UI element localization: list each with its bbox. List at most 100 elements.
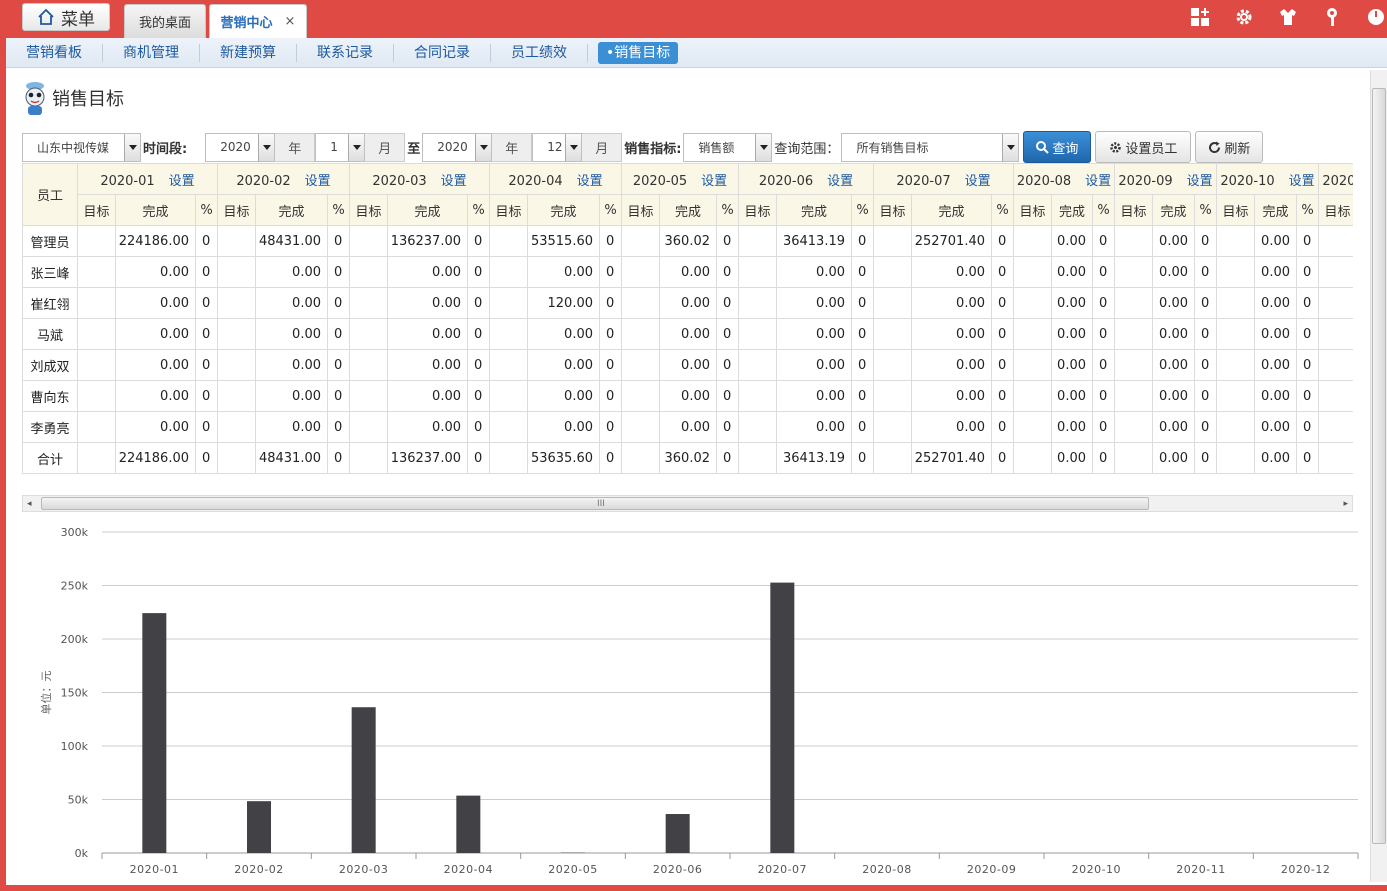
vertical-scrollbar[interactable] <box>1370 70 1387 882</box>
chevron-down-icon[interactable] <box>124 133 140 161</box>
horizontal-scrollbar[interactable]: ◂ III ▸ <box>22 495 1353 512</box>
done-cell: 0.00 <box>659 411 717 443</box>
grid-add-icon[interactable] <box>1189 6 1211 28</box>
tab-marketing-center[interactable]: 营销中心 × <box>209 4 307 38</box>
to-label: 至 <box>407 141 421 157</box>
month-label: 2020-11 <box>1322 173 1353 189</box>
gear-icon[interactable] <box>1233 6 1255 28</box>
done-cell: 252701.40 <box>911 442 992 474</box>
percent-cell: 0 <box>716 318 739 350</box>
subnav-contract-records[interactable]: 合同记录 <box>394 43 491 62</box>
company-select[interactable]: 山东中视传媒 <box>22 132 141 162</box>
percent-cell: 0 <box>1296 380 1319 412</box>
target-cell <box>489 256 528 288</box>
refresh-button[interactable]: 刷新 <box>1195 131 1264 163</box>
set-target-link[interactable]: 设置 <box>305 174 331 189</box>
set-target-link[interactable]: 设置 <box>965 174 991 189</box>
home-icon <box>38 8 54 25</box>
subnav-sales-target[interactable]: •销售目标 <box>598 41 679 64</box>
subnav-opportunities[interactable]: 商机管理 <box>103 43 200 62</box>
chevron-down-icon[interactable] <box>348 133 365 161</box>
close-icon[interactable]: × <box>285 14 296 29</box>
start-year-select[interactable]: 2020 <box>205 132 276 162</box>
refresh-icon <box>1209 141 1221 153</box>
percent-cell: 0 <box>1194 442 1217 474</box>
scroll-right-icon[interactable]: ▸ <box>1343 499 1348 509</box>
scroll-thumb[interactable]: III <box>41 497 1149 510</box>
tab-my-desktop[interactable]: 我的桌面 <box>124 4 206 38</box>
start-month-select[interactable]: 1 <box>315 132 366 162</box>
target-cell <box>1216 349 1255 381</box>
done-header: 完成 <box>387 194 468 226</box>
set-target-link[interactable]: 设置 <box>441 174 467 189</box>
subnav-contact-records[interactable]: 联系记录 <box>297 43 394 62</box>
shirt-icon[interactable] <box>1277 6 1299 28</box>
target-header: 目标 <box>1318 194 1353 226</box>
target-header: 目标 <box>217 194 256 226</box>
target-cell <box>489 411 528 443</box>
set-target-link[interactable]: 设置 <box>827 174 853 189</box>
set-target-link[interactable]: 设置 <box>1289 174 1315 189</box>
chevron-down-icon[interactable] <box>565 133 582 161</box>
percent-cell: 0 <box>1092 225 1115 257</box>
target-cell <box>349 225 388 257</box>
key-icon[interactable] <box>1321 6 1343 28</box>
done-cell: 0.00 <box>387 380 468 412</box>
menu-button[interactable]: 菜单 <box>22 3 110 31</box>
x-tick-label: 2020-02 <box>234 863 283 876</box>
percent-cell: 0 <box>1296 442 1319 474</box>
percent-cell: 0 <box>1092 380 1115 412</box>
end-month-select[interactable]: 12 <box>532 132 583 162</box>
scroll-left-icon[interactable]: ◂ <box>27 499 32 509</box>
chevron-down-icon[interactable] <box>755 133 772 161</box>
percent-cell: 0 <box>327 411 350 443</box>
month-label: 2020-04 <box>508 173 563 189</box>
target-cell <box>217 380 256 412</box>
target-cell <box>1318 380 1353 412</box>
set-target-link[interactable]: 设置 <box>1085 174 1111 189</box>
target-header: 目标 <box>738 194 777 226</box>
subnav-staff-performance[interactable]: 员工绩效 <box>491 43 588 62</box>
done-cell: 0.00 <box>911 318 992 350</box>
target-cell <box>1318 442 1353 474</box>
metric-select[interactable]: 销售额 <box>683 132 773 162</box>
power-icon[interactable] <box>1365 6 1387 28</box>
target-cell <box>873 442 912 474</box>
target-cell <box>738 256 777 288</box>
month-label: 2020-03 <box>372 173 427 189</box>
percent-cell: 0 <box>716 287 739 319</box>
percent-cell: 0 <box>1194 256 1217 288</box>
x-tick-label: 2020-04 <box>444 863 493 876</box>
done-cell: 53515.60 <box>527 225 600 257</box>
set-target-link[interactable]: 设置 <box>577 174 603 189</box>
target-cell <box>1216 380 1255 412</box>
scroll-thumb[interactable] <box>1372 88 1386 844</box>
target-cell <box>217 442 256 474</box>
end-year-select[interactable]: 2020 <box>422 132 493 162</box>
subnav-marketing-board[interactable]: 营销看板 <box>6 43 103 62</box>
target-header: 目标 <box>349 194 388 226</box>
chevron-down-icon[interactable] <box>1002 133 1019 161</box>
percent-cell: 0 <box>1296 318 1319 350</box>
x-tick-label: 2020-03 <box>339 863 388 876</box>
set-target-link[interactable]: 设置 <box>169 174 195 189</box>
bar <box>665 814 690 853</box>
percent-header: % <box>467 194 490 226</box>
query-button[interactable]: 查询 <box>1023 131 1092 163</box>
chevron-down-icon[interactable] <box>475 133 492 161</box>
scope-select[interactable]: 所有销售目标 <box>841 132 1020 162</box>
set-target-link[interactable]: 设置 <box>701 174 727 189</box>
bar <box>142 613 167 853</box>
percent-cell: 0 <box>716 349 739 381</box>
chevron-down-icon[interactable] <box>258 133 275 161</box>
subnav-new-budget[interactable]: 新建预算 <box>200 43 297 62</box>
set-target-link[interactable]: 设置 <box>1187 174 1213 189</box>
x-tick-label: 2020-05 <box>548 863 597 876</box>
month-unit: 月 <box>582 132 623 162</box>
set-staff-button[interactable]: 设置员工 <box>1095 131 1192 163</box>
chart-svg: 0k 50k 100k 150k 200k 250k 300k 单位：元 2020-01 2020… <box>39 526 1359 876</box>
target-cell <box>217 256 256 288</box>
percent-cell: 0 <box>599 318 622 350</box>
bar <box>351 707 376 853</box>
percent-cell: 0 <box>467 318 490 350</box>
